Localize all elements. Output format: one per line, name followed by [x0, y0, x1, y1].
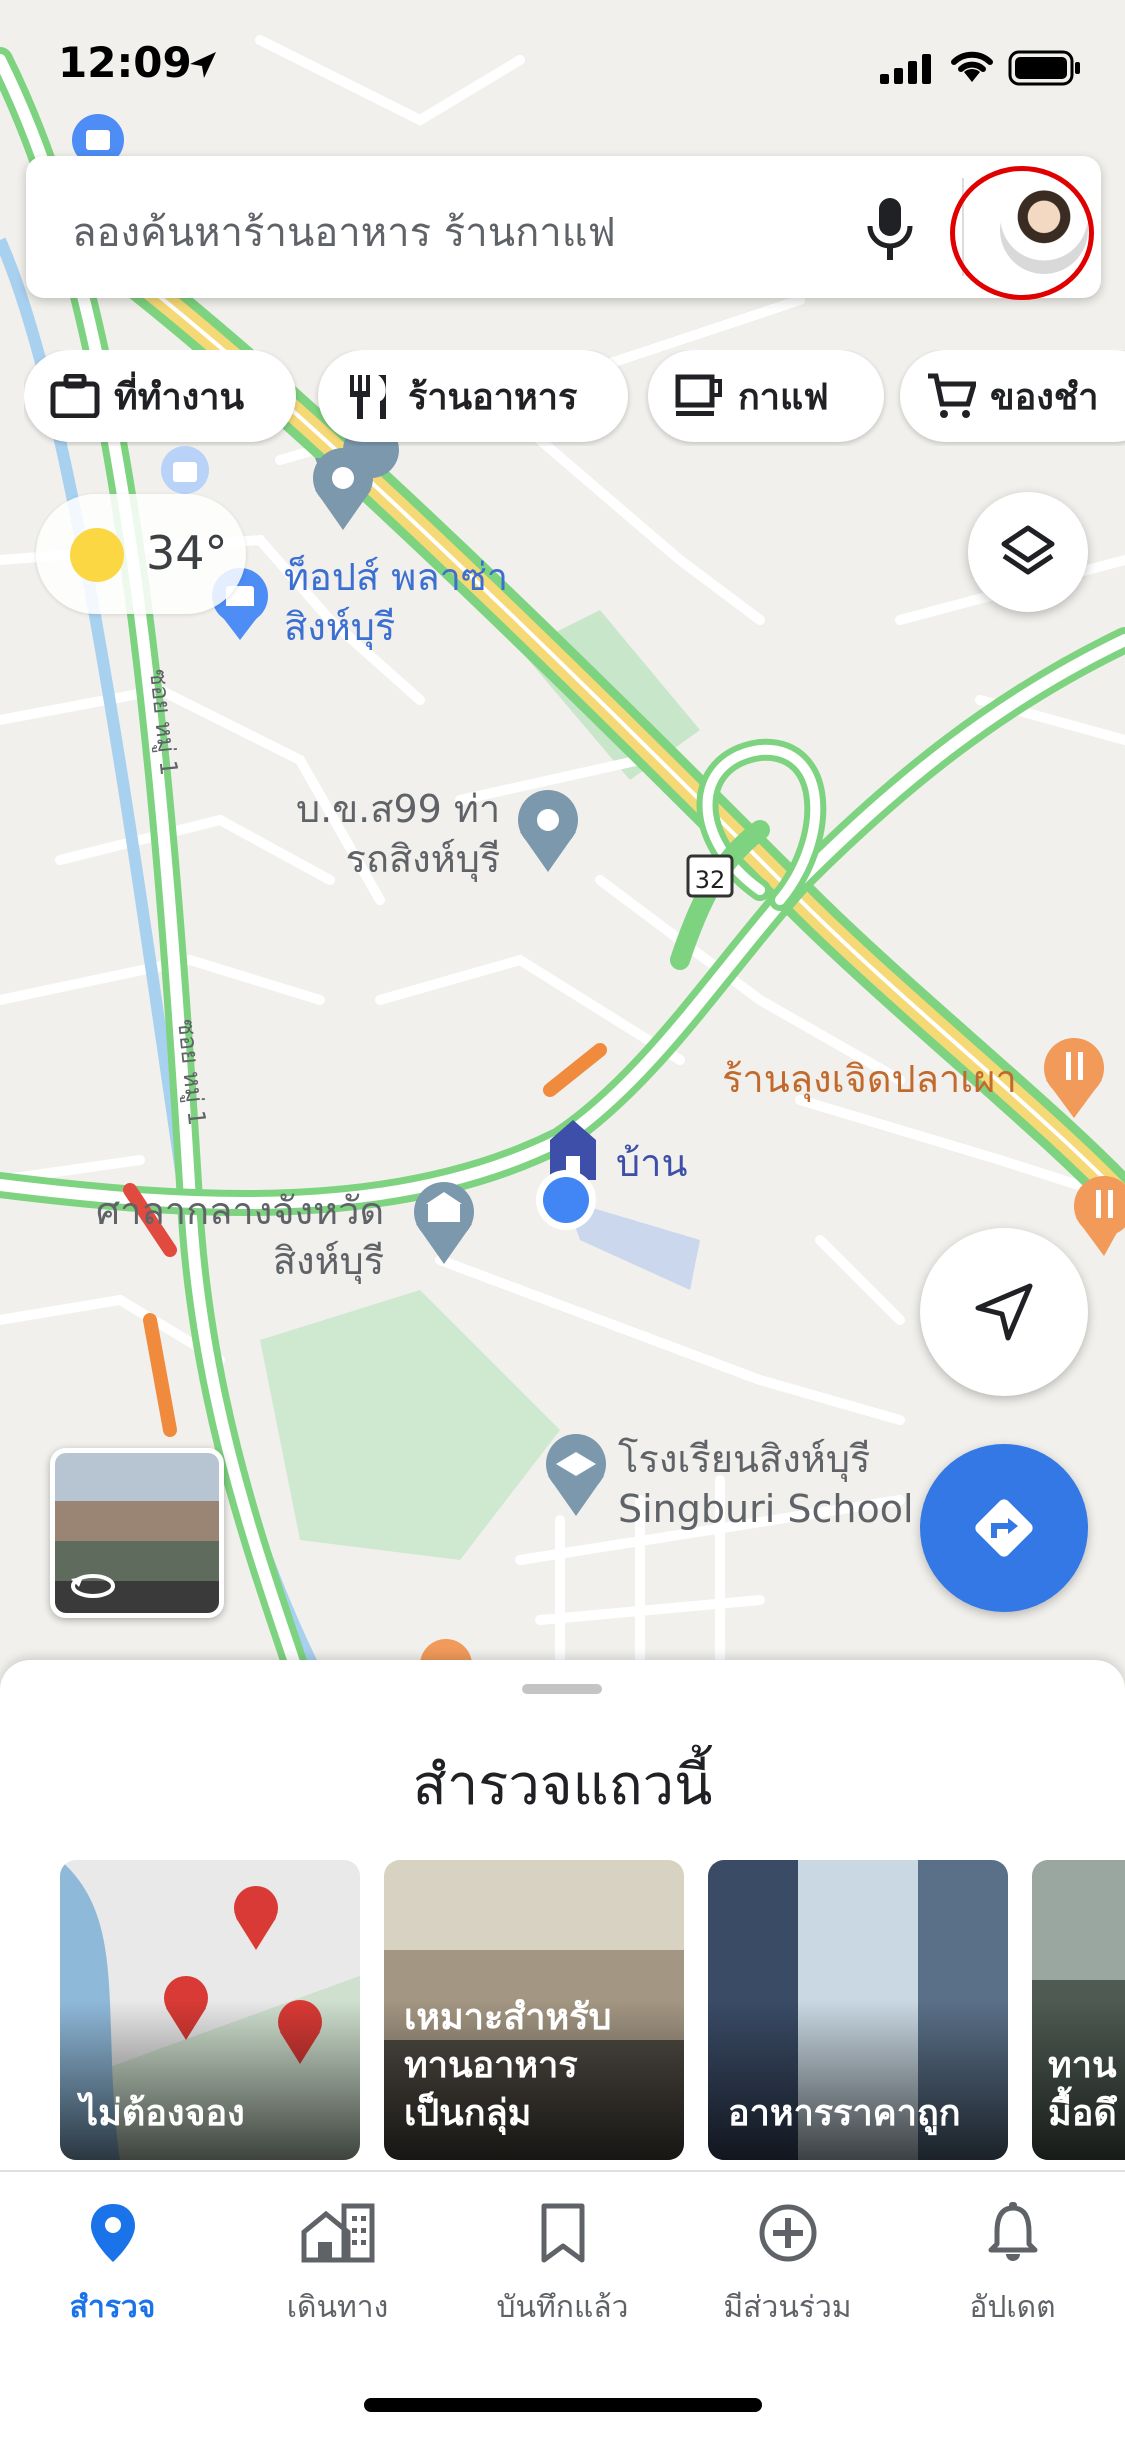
street-view-thumbnail[interactable]	[50, 1448, 224, 1618]
card-caption: เหมาะสำหรับ ทานอาหาร เป็นกลุ่ม	[404, 1997, 612, 2134]
explore-card[interactable]: ไม่ต้องจอง	[60, 1860, 360, 2160]
nav-label: อัปเดต	[969, 2290, 1056, 2325]
my-location-button[interactable]	[920, 1228, 1088, 1396]
chip-work[interactable]: ที่ทำงาน	[24, 350, 296, 442]
shopping-bag-icon[interactable]	[161, 446, 209, 494]
weather-badge[interactable]: 34°	[36, 494, 246, 614]
sun-icon	[70, 528, 124, 582]
search-input[interactable]: ลองค้นหาร้านอาหาร ร้านกาแฟ	[72, 200, 616, 264]
svg-text:32: 32	[695, 866, 726, 894]
explore-card[interactable]: ทาน มื้อดึ	[1032, 1860, 1125, 2160]
fork-knife-icon	[350, 375, 386, 419]
explore-title: สำรวจแถวนี้	[412, 1753, 713, 1818]
poi-label-home[interactable]: บ้าน	[616, 1138, 687, 1188]
briefcase-icon	[50, 374, 100, 418]
wifi-icon	[951, 51, 993, 82]
chip-label: กาแฟ	[738, 376, 829, 418]
poi-label-city-hall[interactable]: ศาลากลางจังหวัด สิงห์บุรี	[96, 1186, 384, 1286]
layers-button[interactable]	[968, 492, 1088, 612]
layers-icon	[1001, 525, 1055, 575]
chip-label: ร้านอาหาร	[408, 376, 578, 418]
chip-coffee[interactable]: กาแฟ	[648, 350, 884, 442]
location-arrow-icon	[190, 52, 216, 78]
chip-restaurants[interactable]: ร้านอาหาร	[318, 350, 628, 442]
status-bar: 12:09	[0, 0, 1125, 130]
add-circle-icon	[759, 2204, 816, 2262]
poi-label-bus-station[interactable]: บ.ข.ส99 ท่า รถสิงห์บุรี	[296, 784, 500, 884]
signal-icon	[880, 54, 931, 84]
avatar-highlight-ring	[950, 166, 1094, 300]
commute-building-icon	[301, 2203, 374, 2263]
microphone-icon[interactable]	[860, 194, 920, 264]
explore-card[interactable]: อาหารราคาถูก	[708, 1860, 1008, 2160]
nav-contribute[interactable]: มีส่วนร่วม	[675, 2202, 900, 2331]
temperature: 34°	[146, 526, 228, 580]
nav-saved[interactable]: บันทึกแล้ว	[450, 2202, 675, 2331]
home-indicator[interactable]	[364, 2398, 762, 2412]
coffee-cup-icon	[675, 374, 722, 416]
explore-card[interactable]: เหมาะสำหรับ ทานอาหาร เป็นกลุ่ม	[384, 1860, 684, 2160]
card-caption: ไม่ต้องจอง	[80, 2093, 245, 2134]
poi-label-restaurant[interactable]: ร้านลุงเจิดปลาเผา	[722, 1054, 1017, 1104]
category-chips: ที่ทำงาน ร้านอาหาร กาแฟ ของชำ	[24, 350, 1125, 446]
search-bar[interactable]: ลองค้นหาร้านอาหาร ร้านกาแฟ	[26, 156, 1101, 300]
explore-pin-icon	[90, 2204, 135, 2262]
card-caption: อาหารราคาถูก	[728, 2093, 961, 2134]
nav-label: บันทึกแล้ว	[496, 2290, 629, 2325]
highway-shield: 32	[686, 854, 734, 898]
poi-label-school[interactable]: โรงเรียนสิงห์บุรี Singburi School	[618, 1434, 914, 1534]
navigation-arrow-icon	[975, 1283, 1033, 1341]
card-caption: ทาน มื้อดึ	[1048, 2045, 1117, 2134]
battery-icon	[1008, 50, 1080, 86]
bookmark-icon	[541, 2203, 584, 2263]
chip-label: ที่ทำงาน	[114, 376, 245, 418]
nav-updates[interactable]: อัปเดต	[900, 2202, 1125, 2331]
sheet-handle[interactable]	[522, 1684, 602, 1694]
nav-explore[interactable]: สำรวจ	[0, 2202, 225, 2331]
rotate-360-icon	[71, 1574, 115, 1598]
status-time: 12:09	[58, 38, 192, 87]
nav-label: สำรวจ	[69, 2290, 156, 2325]
directions-button[interactable]	[920, 1444, 1088, 1612]
nav-label: มีส่วนร่วม	[723, 2290, 852, 2325]
explore-sheet[interactable]: สำรวจแถวนี้ ไม่ต้องจอง เหมาะสำหรับ ทานอา…	[0, 1660, 1125, 2180]
shopping-cart-icon	[928, 373, 976, 418]
chip-groceries[interactable]: ของชำ	[900, 350, 1125, 442]
nav-label: เดินทาง	[286, 2290, 389, 2325]
bell-icon	[988, 2202, 1037, 2261]
nav-commute[interactable]: เดินทาง	[225, 2202, 450, 2331]
directions-icon	[975, 1499, 1033, 1557]
chip-label: ของชำ	[990, 376, 1099, 418]
poi-label-tops-plaza[interactable]: ท็อปส์ พลาซ่า สิงห์บุรี	[284, 552, 508, 652]
